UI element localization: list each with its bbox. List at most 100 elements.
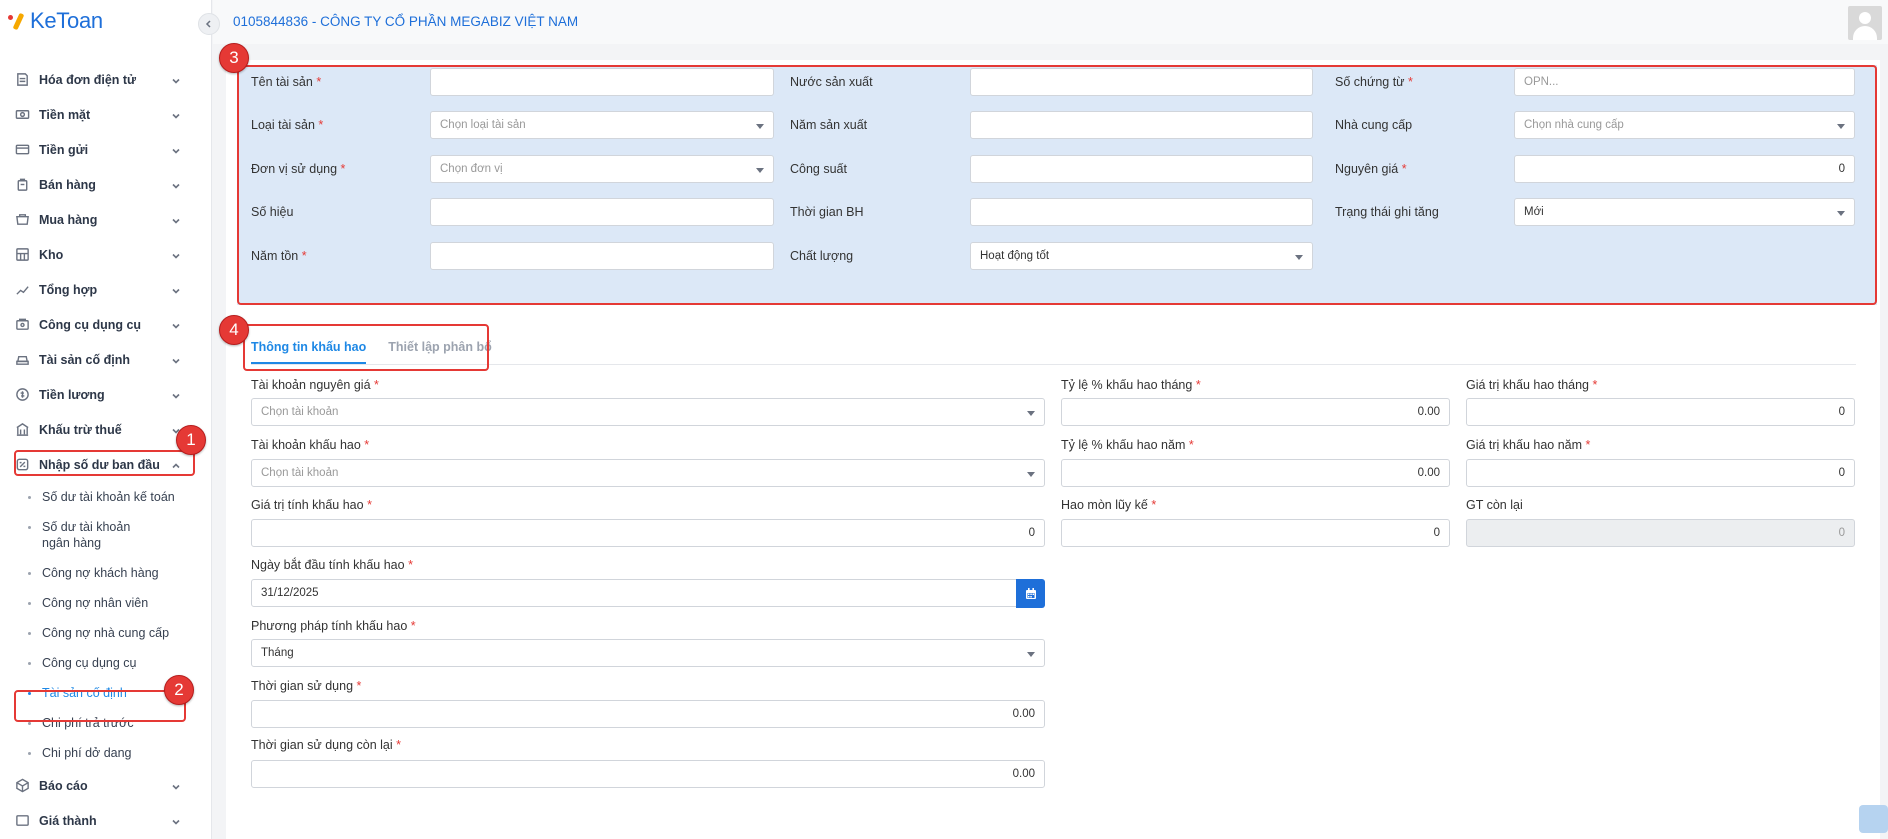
chevron-down-icon — [172, 109, 180, 119]
ty-le-thang-input[interactable]: 0.00 — [1061, 398, 1450, 426]
chevron-down-icon — [172, 74, 180, 84]
highlight-asset-form — [237, 65, 1877, 305]
chevron-down-icon — [172, 815, 180, 825]
label-tk-khau-hao: Tài khoản khấu hao * — [251, 438, 370, 452]
sidebar-item[interactable]: Tài sản cố định — [0, 342, 211, 377]
sidebar-item[interactable]: Tiền lương — [0, 377, 211, 412]
label-tk-nguyen-gia: Tài khoản nguyên giá * — [251, 378, 379, 392]
gia-tri-thang-input[interactable]: 0 — [1466, 398, 1855, 426]
sidebar-item[interactable]: Kho — [0, 237, 211, 272]
chevron-down-icon — [172, 389, 180, 399]
sidebar-item-label: Mua hàng — [39, 212, 98, 227]
submenu-item[interactable]: Số dư tài khoản kế toán — [28, 482, 211, 512]
ty-le-nam-input[interactable]: 0.00 — [1061, 459, 1450, 487]
sidebar-submenu: Số dư tài khoản kế toán Số dư tài khoản n… — [0, 482, 211, 768]
sidebar-item-label: Tiền mặt — [39, 107, 91, 122]
label-thoi-gian-con-lai: Thời gian sử dụng còn lại * — [251, 738, 402, 752]
highlight-tai-san-co-dinh — [14, 690, 186, 722]
label-ty-le-nam: Tỷ lệ % khấu hao năm * — [1061, 438, 1194, 452]
calendar-icon — [1025, 587, 1036, 599]
submenu-item[interactable]: Công nợ khách hàng — [28, 558, 211, 588]
sidebar-item[interactable]: Báo cáo — [0, 768, 211, 803]
label-ty-le-thang: Tỷ lệ % khấu hao tháng * — [1061, 378, 1201, 392]
highlight-nhap-so-du — [14, 450, 195, 476]
sidebar-item-label: Tiền gửi — [39, 142, 89, 157]
annotation-badge-3: 3 — [219, 43, 249, 73]
annotation-badge-1: 1 — [176, 425, 206, 455]
submenu-item[interactable]: Công cụ dụng cụ — [28, 648, 211, 678]
sidebar-item[interactable]: Công cụ dụng cụ — [0, 307, 211, 342]
thoi-gian-su-dung-input[interactable]: 0.00 — [251, 700, 1045, 728]
sidebar-item[interactable]: Bán hàng — [0, 167, 211, 202]
topbar: 0105844836 - CÔNG TY CỔ PHẦN MEGABIZ VIỆ… — [213, 0, 1888, 44]
cost-icon — [14, 813, 30, 829]
ngay-bat-dau-input[interactable]: 31/12/2025 — [251, 579, 1017, 607]
sales-icon — [14, 177, 30, 193]
sidebar-item-label: Giá thành — [39, 813, 97, 828]
chevron-down-icon — [172, 780, 180, 790]
logo-mark-icon — [8, 11, 26, 31]
submenu-item[interactable]: Số dư tài khoản ngân hàng — [28, 512, 158, 558]
submenu-item[interactable]: Công nợ nhà cung cấp — [28, 618, 211, 648]
highlight-tabs — [243, 324, 489, 371]
summary-icon — [14, 282, 30, 298]
tk-khau-hao-select[interactable]: Chọn tài khoản — [251, 459, 1045, 487]
purchase-icon — [14, 212, 30, 228]
logo[interactable]: KeToan — [8, 8, 103, 34]
tab-divider — [251, 364, 1856, 365]
submenu-item[interactable]: Công nợ nhân viên — [28, 588, 211, 618]
sidebar-item[interactable]: Tiền gửi — [0, 132, 211, 167]
tax-icon — [14, 422, 30, 438]
chevron-down-icon — [172, 144, 180, 154]
sidebar-item[interactable]: Tổng hợp — [0, 272, 211, 307]
chevron-down-icon — [172, 214, 180, 224]
label-thoi-gian-su-dung: Thời gian sử dụng * — [251, 679, 362, 693]
label-hao-mon: Hao mòn lũy kế * — [1061, 498, 1157, 512]
annotation-badge-4: 4 — [219, 315, 249, 345]
gia-tri-nam-input[interactable]: 0 — [1466, 459, 1855, 487]
thoi-gian-con-lai-input[interactable]: 0.00 — [251, 760, 1045, 788]
user-avatar[interactable] — [1848, 6, 1882, 40]
label-ngay-bat-dau: Ngày bắt đầu tính khấu hao * — [251, 558, 413, 572]
logo-text: KeToan — [30, 8, 103, 33]
sidebar-item-label: Bán hàng — [39, 177, 96, 192]
tk-nguyen-gia-select[interactable]: Chọn tài khoản — [251, 398, 1045, 426]
sidebar-item[interactable]: Tiền mặt — [0, 97, 211, 132]
chevron-down-icon — [172, 284, 180, 294]
company-title: 0105844836 - CÔNG TY CỔ PHẦN MEGABIZ VIỆ… — [233, 14, 579, 29]
sidebar-item-label: Khấu trừ thuế — [39, 422, 122, 437]
chevron-down-icon — [172, 319, 180, 329]
sidebar-item-label: Tiền lương — [39, 387, 105, 402]
sidebar-item[interactable]: Mua hàng — [0, 202, 211, 237]
label-gt-con-lai: GT còn lại — [1466, 498, 1523, 512]
sidebar-item-label: Báo cáo — [39, 778, 88, 793]
sidebar-item-label: Công cụ dụng cụ — [39, 317, 142, 332]
chevron-left-icon — [205, 20, 211, 28]
sidebar-item[interactable]: Giá thành — [0, 803, 211, 838]
invoice-icon — [14, 72, 30, 88]
chevron-down-icon — [172, 249, 180, 259]
chevron-down-icon — [172, 354, 180, 364]
calendar-button[interactable] — [1016, 579, 1045, 608]
sidebar-item[interactable]: Hóa đơn điện tử — [0, 62, 211, 97]
phuong-phap-select[interactable]: Tháng — [251, 639, 1045, 667]
sidebar-item-label: Tổng hợp — [39, 282, 98, 297]
submenu-item[interactable]: Chi phí dở dang — [28, 738, 211, 768]
bank-deposit-icon — [14, 142, 30, 158]
warehouse-icon — [14, 247, 30, 263]
hao-mon-input[interactable]: 0 — [1061, 519, 1450, 547]
sidebar-item-label: Tài sản cố định — [39, 352, 130, 367]
sidebar-item-label: Kho — [39, 247, 64, 262]
tools-icon — [14, 317, 30, 333]
report-icon — [14, 778, 30, 794]
label-gia-tri-tinh-khau-hao: Giá trị tính khấu hao * — [251, 498, 372, 512]
gia-tri-tinh-khau-hao-input[interactable]: 0 — [251, 519, 1045, 547]
sidebar-collapse-button[interactable] — [198, 13, 220, 35]
label-gia-tri-thang: Giá trị khấu hao tháng * — [1466, 378, 1598, 392]
scroll-to-top-button[interactable] — [1859, 805, 1888, 833]
annotation-badge-2: 2 — [164, 675, 194, 705]
cash-icon — [14, 107, 30, 123]
salary-icon — [14, 387, 30, 403]
label-phuong-phap: Phương pháp tính khấu hao * — [251, 619, 416, 633]
chevron-down-icon — [172, 179, 180, 189]
